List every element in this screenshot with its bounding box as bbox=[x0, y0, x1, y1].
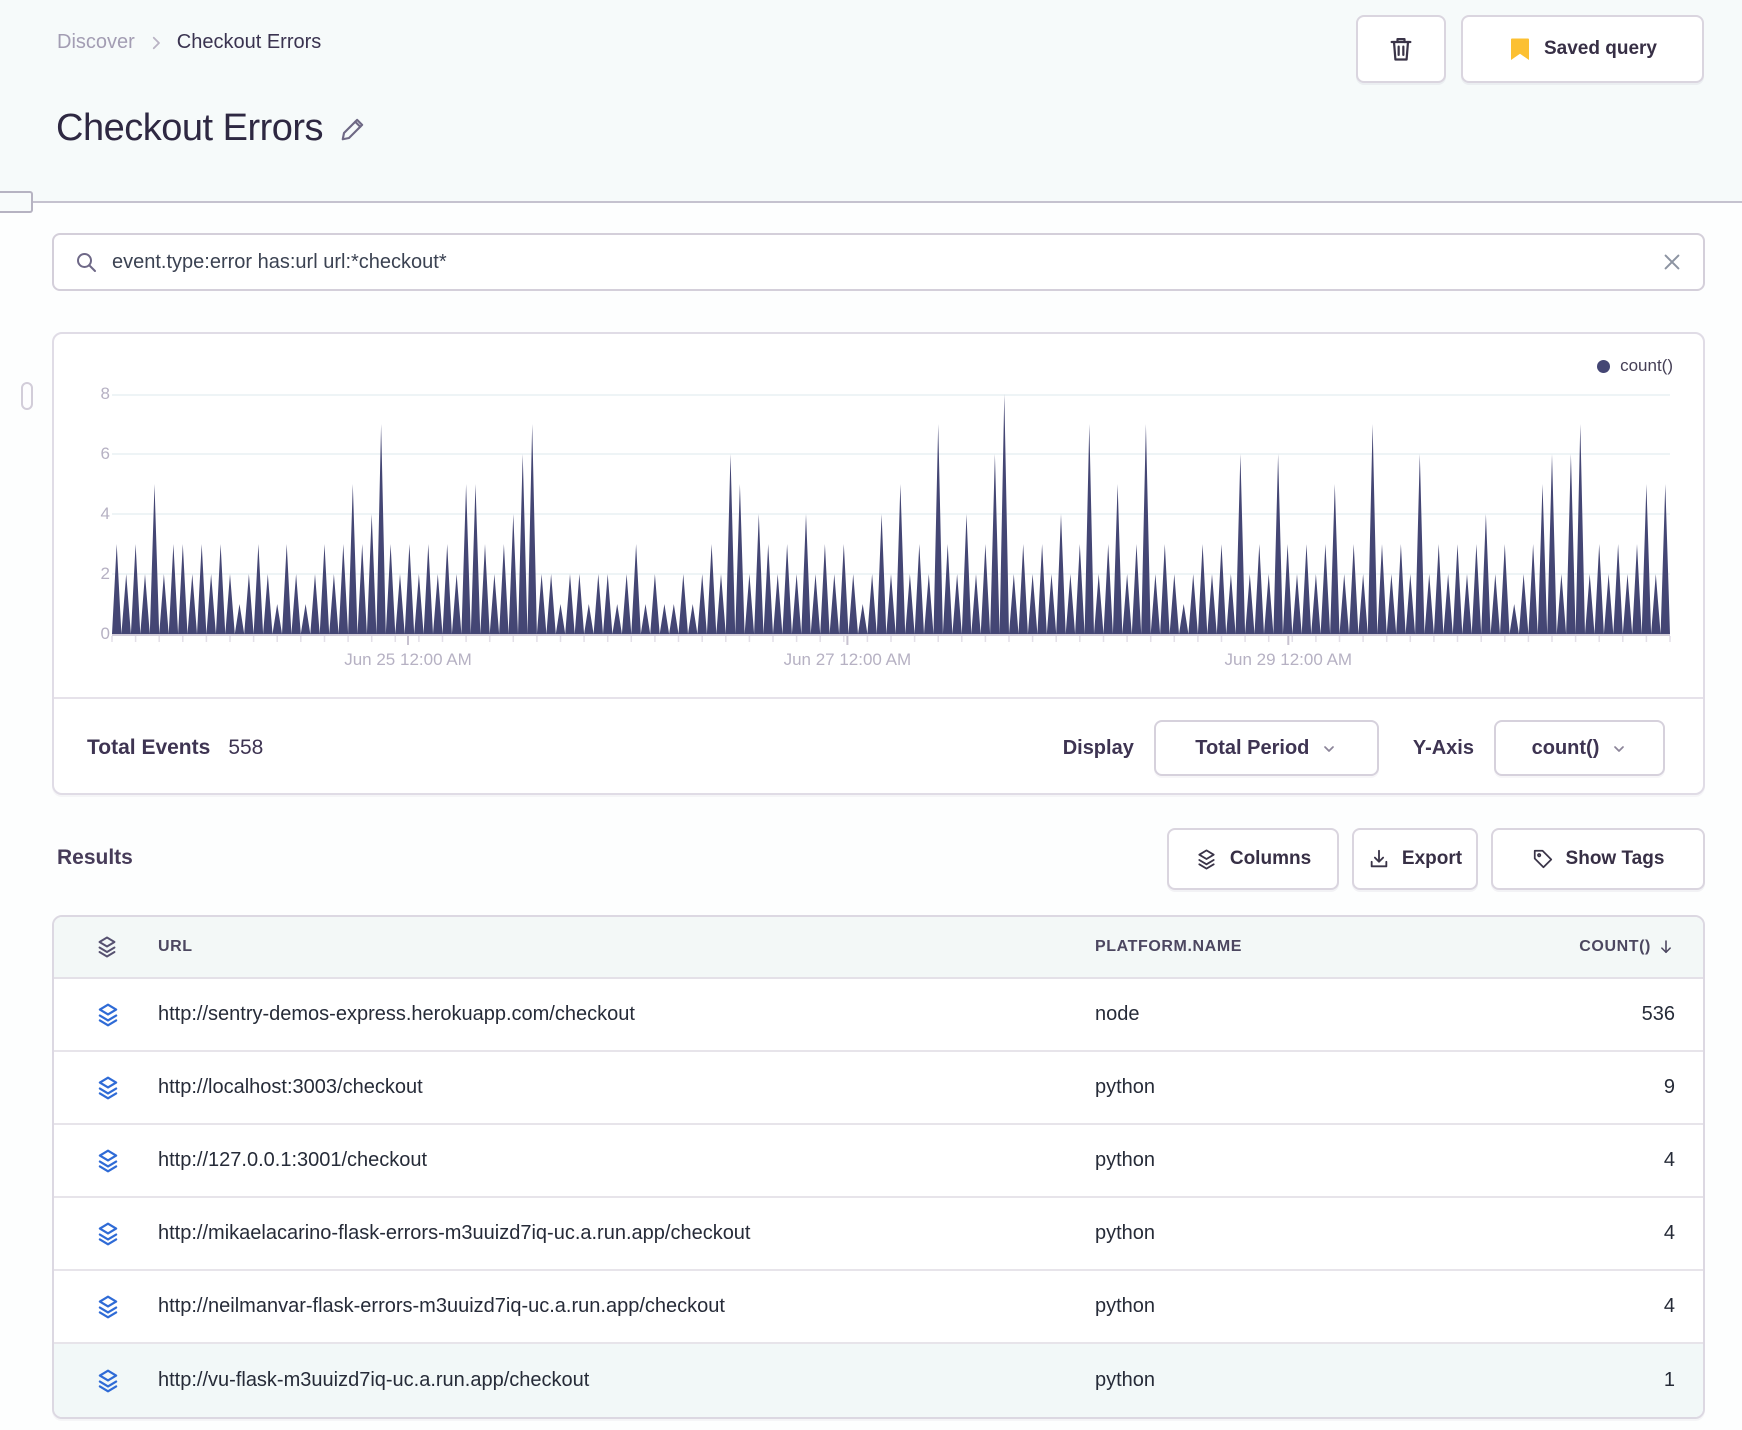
column-header-platform[interactable]: PLATFORM.NAME bbox=[1095, 938, 1515, 956]
y-axis-tick-2: 2 bbox=[100, 564, 110, 583]
chart-legend[interactable]: count() bbox=[1597, 356, 1673, 376]
display-dropdown-value: Total Period bbox=[1195, 736, 1310, 759]
results-table: URL PLATFORM.NAME COUNT() http://sentry-… bbox=[52, 915, 1705, 1419]
table-row[interactable]: http://localhost:3003/checkout python 9 bbox=[54, 1052, 1703, 1125]
breadcrumb-current: Checkout Errors bbox=[176, 31, 322, 53]
table-row[interactable]: http://127.0.0.1:3001/checkout python 4 bbox=[54, 1125, 1703, 1198]
clear-search-icon[interactable] bbox=[1661, 251, 1683, 273]
results-heading: Results bbox=[57, 846, 133, 869]
column-header-url[interactable]: URL bbox=[147, 938, 1095, 956]
total-events: Total Events 558 bbox=[87, 736, 263, 760]
search-icon bbox=[74, 250, 98, 274]
trash-icon bbox=[1387, 35, 1415, 63]
cell-platform: python bbox=[1095, 1149, 1156, 1171]
breadcrumb: Discover Checkout Errors bbox=[57, 31, 321, 54]
delete-query-button[interactable] bbox=[1356, 15, 1446, 83]
row-stack-icon[interactable] bbox=[95, 1075, 147, 1101]
sidebar-drag-handle[interactable] bbox=[21, 382, 33, 410]
chart-footer: Total Events 558 Display Total Period Y-… bbox=[54, 697, 1703, 797]
cell-platform: python bbox=[1095, 1369, 1156, 1391]
cell-url: http://localhost:3003/checkout bbox=[158, 1076, 423, 1098]
chevron-down-icon bbox=[1611, 741, 1627, 757]
x-axis-label-0: Jun 25 12:00 AM bbox=[344, 650, 472, 669]
cell-count: 1 bbox=[1663, 1369, 1675, 1391]
cell-platform: node bbox=[1095, 1003, 1140, 1025]
show-tags-button-label: Show Tags bbox=[1565, 848, 1665, 869]
display-dropdown[interactable]: Total Period bbox=[1153, 720, 1379, 776]
columns-button-label: Columns bbox=[1229, 848, 1312, 869]
cell-count: 9 bbox=[1663, 1076, 1675, 1098]
saved-query-button[interactable]: Saved query bbox=[1461, 15, 1704, 83]
tag-icon bbox=[1532, 848, 1554, 870]
cell-url: http://127.0.0.1:3001/checkout bbox=[158, 1149, 428, 1171]
table-row[interactable]: http://vu-flask-m3uuizd7iq-uc.a.run.app/… bbox=[54, 1344, 1703, 1417]
cell-url: http://neilmanvar-flask-errors-m3uuizd7i… bbox=[158, 1295, 725, 1317]
chart-plot-area[interactable] bbox=[111, 394, 1671, 645]
cell-url: http://sentry-demos-express.herokuapp.co… bbox=[158, 1003, 635, 1025]
events-chart-panel: count() 0 2 4 6 8 Jun 25 12:00 AM Jun 27… bbox=[52, 332, 1705, 795]
yaxis-dropdown-value: count() bbox=[1531, 736, 1600, 759]
export-button-label: Export bbox=[1401, 848, 1463, 869]
row-stack-icon[interactable] bbox=[95, 1294, 147, 1320]
x-axis-label-2: Jun 29 12:00 AM bbox=[1224, 650, 1353, 669]
search-bar bbox=[52, 233, 1705, 291]
row-stack-icon[interactable] bbox=[95, 1221, 147, 1247]
legend-series-dot bbox=[1597, 359, 1611, 373]
chevron-right-icon bbox=[147, 34, 165, 52]
column-header-count[interactable]: COUNT() bbox=[1515, 938, 1675, 956]
edit-title-icon[interactable] bbox=[339, 110, 369, 153]
x-axis-label-1: Jun 27 12:00 AM bbox=[783, 650, 912, 669]
cell-platform: python bbox=[1095, 1076, 1156, 1098]
search-input[interactable] bbox=[112, 250, 1647, 274]
columns-button[interactable]: Columns bbox=[1167, 828, 1339, 890]
total-events-label: Total Events bbox=[87, 736, 211, 759]
cell-platform: python bbox=[1095, 1222, 1156, 1244]
columns-stack-icon bbox=[1195, 848, 1218, 871]
chevron-down-icon bbox=[1321, 741, 1337, 757]
table-row[interactable]: http://mikaelacarino-flask-errors-m3uuiz… bbox=[54, 1198, 1703, 1271]
y-axis-tick-4: 4 bbox=[100, 504, 110, 523]
breadcrumb-discover-link[interactable]: Discover bbox=[57, 31, 135, 54]
download-icon bbox=[1368, 848, 1390, 870]
cell-count: 536 bbox=[1641, 1003, 1675, 1025]
header-stack-icon[interactable] bbox=[95, 935, 147, 959]
display-label: Display bbox=[1062, 736, 1134, 759]
row-stack-icon[interactable] bbox=[95, 1148, 147, 1174]
page-title-text: Checkout Errors bbox=[56, 107, 324, 149]
table-row[interactable]: http://sentry-demos-express.herokuapp.co… bbox=[54, 979, 1703, 1052]
page-title: Checkout Errors bbox=[56, 104, 369, 153]
yaxis-dropdown[interactable]: count() bbox=[1494, 720, 1665, 776]
cell-url: http://mikaelacarino-flask-errors-m3uuiz… bbox=[158, 1222, 751, 1244]
chart-svg bbox=[111, 394, 1671, 645]
y-axis-tick-0: 0 bbox=[100, 624, 110, 643]
show-tags-button[interactable]: Show Tags bbox=[1491, 828, 1705, 890]
panel-collapse-tab[interactable] bbox=[0, 191, 33, 213]
total-events-value: 558 bbox=[228, 736, 264, 759]
y-axis-tick-8: 8 bbox=[100, 384, 110, 403]
cell-platform: python bbox=[1095, 1295, 1156, 1317]
saved-query-label: Saved query bbox=[1544, 38, 1657, 59]
table-row[interactable]: http://neilmanvar-flask-errors-m3uuizd7i… bbox=[54, 1271, 1703, 1344]
sort-descending-icon bbox=[1657, 938, 1675, 956]
table-header-row: URL PLATFORM.NAME COUNT() bbox=[54, 917, 1703, 979]
cell-count: 4 bbox=[1663, 1149, 1675, 1171]
discover-page: Discover Checkout Errors Saved query Che… bbox=[0, 0, 1742, 1430]
cell-url: http://vu-flask-m3uuizd7iq-uc.a.run.app/… bbox=[158, 1369, 590, 1391]
bookmark-icon bbox=[1508, 36, 1532, 62]
cell-count: 4 bbox=[1663, 1295, 1675, 1317]
yaxis-label: Y-Axis bbox=[1412, 736, 1474, 759]
y-axis-tick-6: 6 bbox=[100, 444, 110, 463]
export-button[interactable]: Export bbox=[1352, 828, 1478, 890]
row-stack-icon[interactable] bbox=[95, 1368, 147, 1394]
row-stack-icon[interactable] bbox=[95, 1002, 147, 1028]
legend-series-label: count() bbox=[1620, 356, 1673, 375]
cell-count: 4 bbox=[1663, 1222, 1675, 1244]
chart-controls: Display Total Period Y-Axis count() bbox=[1063, 720, 1665, 776]
